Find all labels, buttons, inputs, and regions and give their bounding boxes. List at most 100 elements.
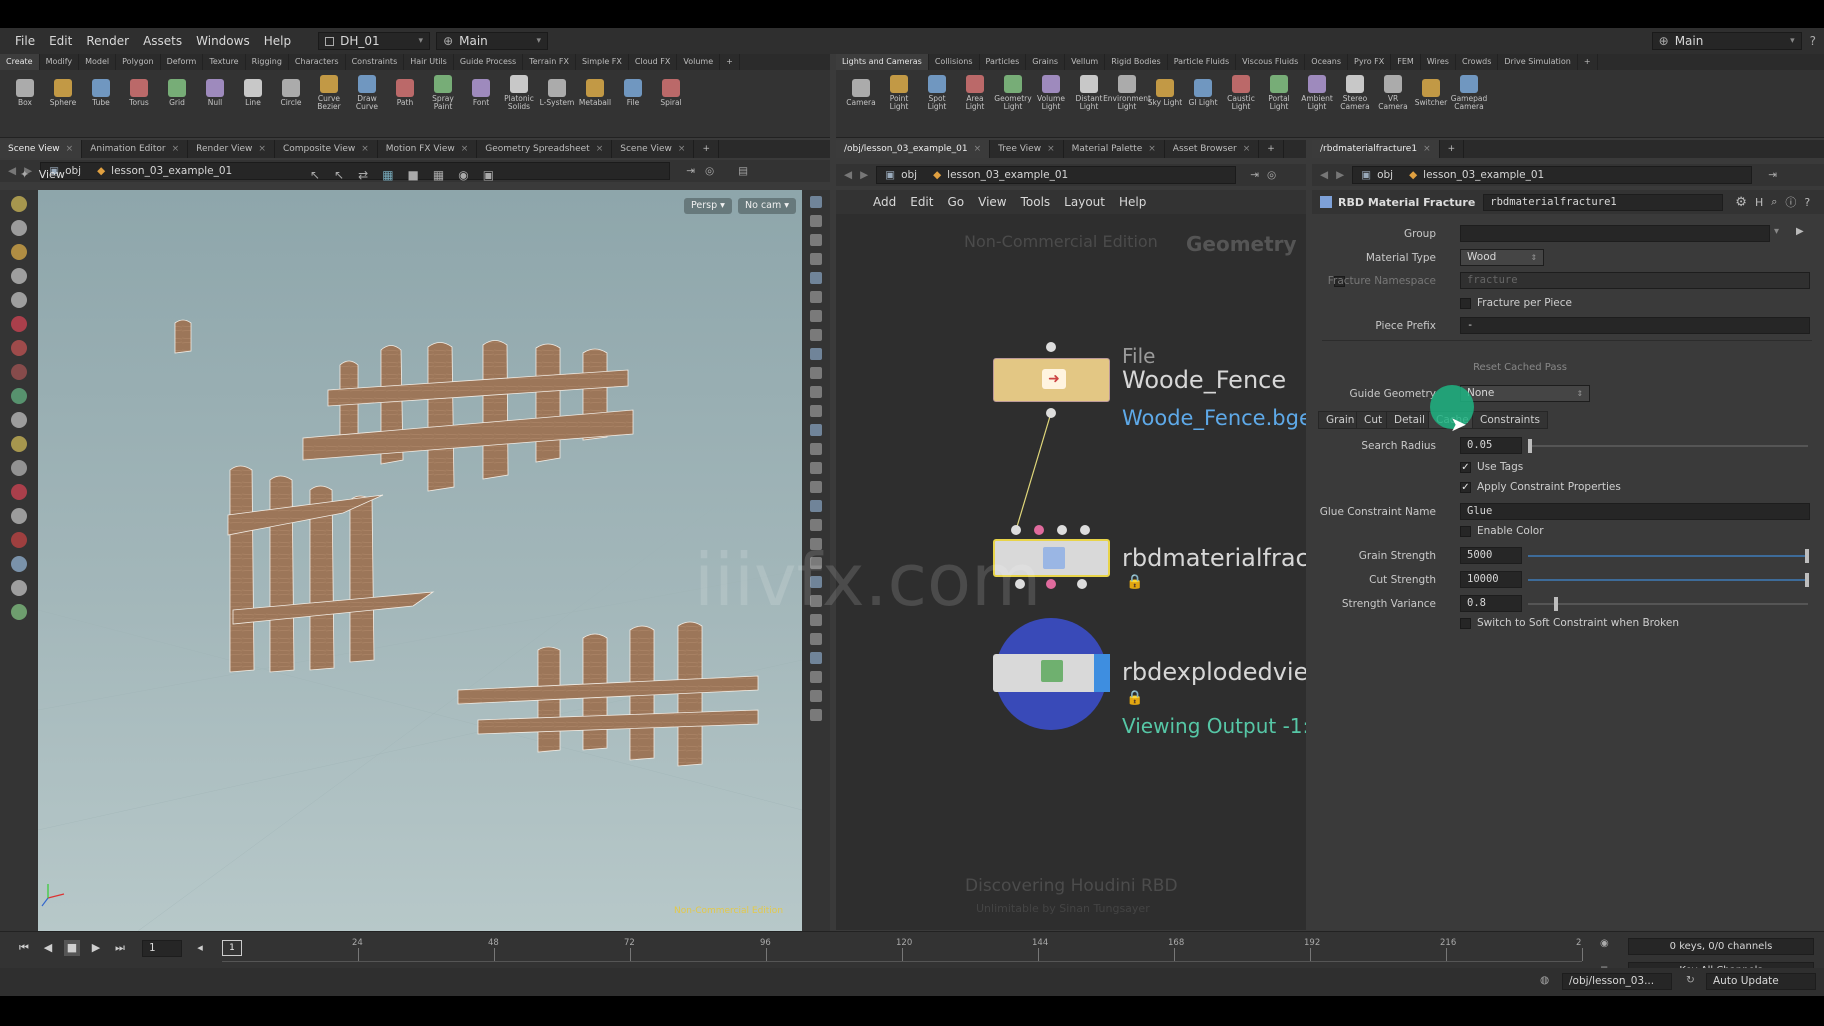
right-desktop-dropdown[interactable]: ⊕ Main ▾ (1651, 32, 1802, 50)
shelf-tab[interactable]: Vellum (1065, 54, 1106, 70)
network-menu-item[interactable]: Help (1112, 195, 1153, 209)
shelf-tool[interactable]: Ambient Light (1298, 75, 1336, 111)
lock-icon[interactable]: 🔒 (1126, 574, 1143, 590)
shelf-tool[interactable]: Circle (272, 79, 310, 107)
shelf-tab[interactable]: Volume (677, 54, 721, 70)
pane-tab[interactable]: Scene View × (612, 140, 695, 158)
prev-key-icon[interactable]: ◂ (192, 940, 208, 956)
shelf-tool[interactable]: Stereo Camera (1336, 75, 1374, 111)
input-port[interactable] (1011, 525, 1021, 535)
shelf-tab[interactable]: Rigid Bodies (1105, 54, 1168, 70)
cut-strength-handle[interactable] (1805, 573, 1809, 587)
apply-constraint-checkbox[interactable]: ✓ (1460, 482, 1471, 493)
display-icon[interactable]: ▣ (483, 168, 508, 182)
shelf-tab[interactable]: Grains (1026, 54, 1066, 70)
close-icon[interactable]: × (596, 144, 604, 154)
viewport-tool-icon[interactable] (11, 244, 27, 260)
output-port[interactable] (1046, 579, 1056, 589)
timeline-ruler[interactable]: 1 24 48 72 96 120 144 168 192 216 2 (222, 938, 1583, 962)
pane-tab[interactable]: Geometry Spreadsheet × (477, 140, 613, 158)
shelf-tool[interactable]: Path (386, 79, 424, 107)
viewport-tool-icon[interactable] (11, 460, 27, 476)
strength-variance-handle[interactable] (1554, 597, 1558, 611)
tab-constraints[interactable]: Constraints (1472, 411, 1548, 429)
shelf-tool[interactable]: Gamepad Camera (1450, 75, 1488, 111)
close-icon[interactable]: × (1148, 144, 1156, 154)
shelf-tab[interactable]: Texture (203, 54, 246, 70)
link-icon[interactable]: ◎ (705, 165, 714, 177)
shelf-tab[interactable]: Pyro FX (1348, 54, 1392, 70)
camera-icon[interactable]: ◉ (458, 168, 482, 182)
grain-strength-handle[interactable] (1805, 549, 1809, 563)
play-icon[interactable]: ▶ (88, 940, 104, 956)
pane-tab[interactable]: Animation Editor × (82, 140, 189, 158)
display-option-icon[interactable] (810, 386, 822, 398)
output-port[interactable] (1046, 408, 1056, 418)
box-icon[interactable]: ■ (408, 168, 433, 182)
display-option-icon[interactable] (810, 367, 822, 379)
menu-render[interactable]: Render (79, 34, 136, 48)
node-name-field[interactable]: rbdmaterialfracture1 (1483, 193, 1724, 211)
piece-prefix-field[interactable]: - (1460, 317, 1810, 334)
input-port[interactable] (1080, 525, 1090, 535)
shelf-tool[interactable]: Camera (842, 79, 880, 107)
pane-tab[interactable]: /obj/lesson_03_example_01 × (836, 140, 991, 158)
display-option-icon[interactable] (810, 690, 822, 702)
pane-tab[interactable]: Asset Browser × (1165, 140, 1260, 158)
help-icon[interactable]: ? (1804, 196, 1810, 209)
shelf-tool[interactable]: Box (6, 79, 44, 107)
shelf-tab[interactable]: Collisions (929, 54, 980, 70)
display-option-icon[interactable] (810, 557, 822, 569)
search-radius-field[interactable]: 0.05 (1460, 437, 1522, 454)
shelf-tab[interactable]: Viscous Fluids (1236, 54, 1306, 70)
shelf-tool[interactable]: Metaball (576, 79, 614, 107)
input-port[interactable] (1057, 525, 1067, 535)
help-icon[interactable]: ? (1810, 34, 1816, 48)
shelf-tool[interactable]: Geometry Light (994, 75, 1032, 111)
tab-detail[interactable]: Detail (1386, 411, 1433, 429)
material-type-select[interactable]: Wood ⇕ (1460, 249, 1544, 266)
shelf-tab[interactable]: Rigging (246, 54, 289, 70)
shelf-tool[interactable]: Switcher (1412, 79, 1450, 107)
shelf-tab[interactable]: Guide Process (454, 54, 524, 70)
viewport-tool-icon[interactable] (11, 580, 27, 596)
shelf-tab[interactable]: Terrain FX (523, 54, 576, 70)
strength-variance-slider[interactable] (1528, 603, 1808, 605)
last-frame-icon[interactable]: ⏭ (112, 940, 128, 956)
soft-switch-checkbox[interactable] (1460, 618, 1471, 629)
display-option-icon[interactable] (810, 443, 822, 455)
viewport-tool-icon[interactable] (11, 364, 27, 380)
shelf-tool[interactable]: Sphere (44, 79, 82, 107)
viewport-tool-icon[interactable] (11, 436, 27, 452)
display-option-icon[interactable] (810, 215, 822, 227)
current-frame-field[interactable]: 1 (142, 940, 182, 957)
close-icon[interactable]: × (461, 144, 469, 154)
display-option-icon[interactable] (810, 424, 822, 436)
status-path[interactable]: /obj/lesson_03... (1562, 973, 1672, 990)
close-icon[interactable]: × (66, 144, 74, 154)
pane-tab[interactable]: Tree View × (990, 140, 1064, 158)
shelf-tool[interactable]: Tube (82, 79, 120, 107)
display-option-icon[interactable] (810, 234, 822, 246)
display-option-icon[interactable] (810, 614, 822, 626)
shelf-tool[interactable]: VR Camera (1374, 75, 1412, 111)
guide-geometry-select[interactable]: None ⇕ (1460, 385, 1590, 402)
shelf-tab[interactable]: Deform (161, 54, 204, 70)
display-option-icon[interactable] (810, 253, 822, 265)
shelf-tool[interactable]: Line (234, 79, 272, 107)
back-icon[interactable]: ◀ (844, 169, 852, 181)
reset-cached-button[interactable]: Reset Cached Pass (1460, 360, 1580, 376)
pin-icon[interactable]: ⇥ (1250, 169, 1259, 181)
grid-icon[interactable]: ▦ (433, 168, 458, 182)
display-option-icon[interactable] (810, 633, 822, 645)
viewport-tool-icon[interactable] (11, 532, 27, 548)
add-tab-button[interactable]: + (694, 140, 720, 158)
add-tab-button[interactable]: + (1259, 140, 1284, 158)
shelf-tab[interactable]: Particles (980, 54, 1027, 70)
pin-icon[interactable]: ⇥ (1768, 169, 1777, 181)
shelf-tab[interactable]: Cloud FX (629, 54, 678, 70)
shelf-tool[interactable]: Platonic Solids (500, 75, 538, 111)
output-port[interactable] (1015, 579, 1025, 589)
shelf-tool[interactable]: Sky Light (1146, 79, 1184, 107)
step-back-icon[interactable]: ◀ (40, 940, 56, 956)
